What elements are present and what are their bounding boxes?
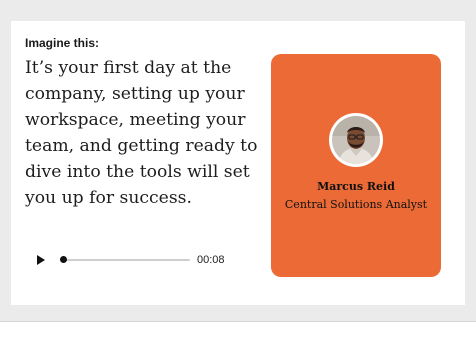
persona-role: Central Solutions Analyst xyxy=(284,198,428,211)
play-button[interactable] xyxy=(33,251,51,269)
audio-progress-track[interactable] xyxy=(63,259,190,261)
bottom-bar xyxy=(0,322,476,343)
avatar xyxy=(329,113,383,167)
audio-time: 00:08 xyxy=(197,254,225,266)
play-icon xyxy=(37,255,45,265)
persona-name: Marcus Reid xyxy=(317,180,395,193)
audio-progress-knob[interactable] xyxy=(60,256,67,263)
page: Imagine this: It’s your first day at the… xyxy=(0,0,476,343)
persona-card: Marcus Reid Central Solutions Analyst xyxy=(271,54,441,277)
audio-player: 00:08 xyxy=(33,251,233,269)
person-avatar-icon xyxy=(332,116,380,164)
scenario-lead: Imagine this: xyxy=(25,36,100,50)
scenario-text: It’s your first day at the company, sett… xyxy=(25,58,258,208)
